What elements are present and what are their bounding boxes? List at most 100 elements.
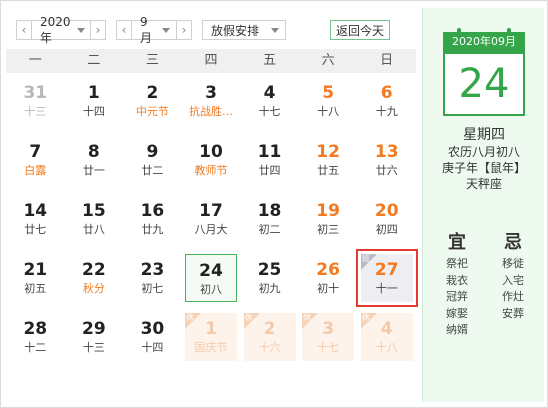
lunar-label: 十九 — [375, 105, 398, 118]
day-cell[interactable]: 14 廿七 — [9, 195, 61, 243]
day-cell[interactable]: 4 十七 — [244, 77, 296, 125]
day-cell[interactable]: 13 廿六 — [361, 136, 413, 184]
day-number: 20 — [374, 201, 399, 221]
day-cell[interactable]: 2 中元节 — [126, 77, 178, 125]
ji-item: 入宅 — [502, 273, 524, 287]
lunar-label: 秋分 — [82, 282, 105, 295]
caret-down-icon — [76, 27, 85, 33]
back-to-today-button[interactable]: 返回今天 — [330, 20, 390, 40]
corner-badge-label: 休 — [303, 313, 312, 322]
day-cell[interactable]: 22 秋分 — [68, 254, 120, 302]
day-cell[interactable]: 9 廿二 — [126, 136, 178, 184]
day-number: 1 — [87, 83, 100, 103]
ji-title: 忌 — [504, 232, 522, 253]
yi-ji-section: 宜 祭祀 栽衣 冠笄 嫁娶 纳婿 忌 移徙 入宅 作灶 安葬 — [433, 230, 537, 339]
day-cell[interactable]: 16 廿九 — [126, 195, 178, 243]
prev-month-button[interactable]: ‹ — [116, 20, 132, 40]
holiday-select[interactable]: 放假安排 — [202, 20, 286, 40]
lunar-label: 初二 — [258, 223, 281, 236]
day-cell[interactable]: 21 初五 — [9, 254, 61, 302]
corner-badge-label: 班 — [361, 254, 370, 263]
day-cell-today[interactable]: 班 27 十一 — [355, 249, 418, 307]
next-month-button[interactable]: › — [176, 20, 192, 40]
day-cell[interactable]: 12 廿五 — [302, 136, 354, 184]
day-cell[interactable]: 30 十四 — [126, 313, 178, 361]
day-cell[interactable]: 8 廿一 — [68, 136, 120, 184]
weekday-label: 四 — [204, 53, 218, 68]
day-cell[interactable]: 31 十三 — [9, 77, 61, 125]
yi-column: 宜 祭祀 栽衣 冠笄 嫁娶 纳婿 — [433, 230, 481, 339]
lunar-label: 初五 — [24, 282, 47, 295]
lunar-label: 廿五 — [317, 164, 340, 177]
lunar-label: 十二 — [24, 341, 47, 354]
weekday-text: 星期四 — [463, 127, 505, 143]
day-cell[interactable]: 25 初九 — [244, 254, 296, 302]
ji-item: 安葬 — [502, 306, 524, 320]
day-cell[interactable]: 20 初四 — [361, 195, 413, 243]
calendar-toolbar: ‹ 2020年 › ‹ 9月 › 放假安排 — [16, 15, 286, 45]
day-number: 9 — [146, 142, 159, 162]
day-cell[interactable]: 15 廿八 — [68, 195, 120, 243]
day-cell[interactable]: 28 十二 — [9, 313, 61, 361]
ji-column: 忌 移徙 入宅 作灶 安葬 — [489, 230, 537, 339]
caret-down-icon — [271, 27, 279, 33]
date-card: 2020年09月 24 — [443, 28, 525, 120]
day-number: 15 — [82, 201, 106, 221]
month-select[interactable]: 9月 — [132, 15, 176, 45]
day-cell[interactable]: 1 十四 — [68, 77, 120, 125]
lunar-label: 八月大 — [194, 223, 228, 236]
day-cell[interactable]: 7 白露 — [9, 136, 61, 184]
day-cell[interactable]: 10 教师节 — [185, 136, 237, 184]
lunar-label: 初三 — [317, 223, 340, 236]
day-cell[interactable]: 26 初十 — [302, 254, 354, 302]
next-year-button[interactable]: › — [90, 20, 106, 40]
month-select-value: 9月 — [140, 14, 153, 45]
day-number: 29 — [82, 319, 106, 339]
day-cell[interactable]: 11 廿四 — [244, 136, 296, 184]
day-number: 10 — [199, 142, 223, 162]
day-cell-selected[interactable]: 24 初八 — [184, 254, 237, 302]
lunar-label: 廿四 — [258, 164, 281, 177]
day-number: 12 — [316, 142, 340, 162]
weekday-label: 日 — [380, 53, 394, 68]
day-number: 7 — [29, 142, 42, 162]
year-select[interactable]: 2020年 — [32, 15, 90, 45]
day-cell[interactable]: 18 初二 — [244, 195, 296, 243]
calendar-main: ‹ 2020年 › ‹ 9月 › 放假安排 返回今天 一 二 三 四 五 六 日… — [0, 0, 422, 408]
day-cell[interactable]: 19 初三 — [302, 195, 354, 243]
date-card-header: 2020年09月 — [443, 32, 525, 52]
ganzhi-year: 庚子年【鼠年】 — [441, 161, 526, 175]
lunar-label: 国庆节 — [194, 341, 228, 354]
yi-item: 冠笄 — [446, 290, 468, 303]
day-cell[interactable]: 3 抗战胜… — [185, 77, 237, 125]
yi-item: 纳婿 — [446, 323, 468, 336]
day-number: 25 — [257, 260, 282, 280]
day-cell[interactable]: 17 八月大 — [185, 195, 237, 243]
zodiac-sign: 天秤座 — [465, 177, 502, 191]
caret-down-icon — [162, 27, 170, 33]
weekday-label: 一 — [28, 53, 42, 68]
weekday-label: 三 — [145, 53, 159, 68]
day-number: 4 — [263, 83, 276, 103]
day-cell[interactable]: 休 4 十八 — [360, 313, 413, 361]
chevron-right-icon: › — [95, 23, 101, 37]
lunar-label: 十八 — [317, 105, 340, 118]
day-number: 21 — [23, 260, 48, 280]
day-detail-panel: 2020年09月 24 星期四 农历八月初八 庚子年【鼠年】 天秤座 宜 祭祀 … — [422, 8, 544, 402]
day-cell[interactable]: 6 十九 — [361, 77, 413, 125]
prev-year-button[interactable]: ‹ — [16, 20, 32, 40]
day-cell[interactable]: 23 初七 — [126, 254, 178, 302]
corner-badge-label: 休 — [361, 313, 370, 322]
day-number: 26 — [316, 260, 340, 280]
day-number: 18 — [257, 201, 282, 221]
day-cell[interactable]: 休 2 十六 — [243, 313, 296, 361]
day-cell[interactable]: 5 十八 — [302, 77, 354, 125]
lunar-label: 廿六 — [375, 164, 398, 177]
day-cell[interactable]: 休 1 国庆节 — [184, 313, 237, 361]
day-number: 8 — [87, 142, 100, 162]
weekday-label: 六 — [321, 53, 335, 68]
lunar-label: 廿八 — [82, 223, 105, 236]
lunar-label: 抗战胜… — [188, 105, 233, 118]
day-cell[interactable]: 休 3 十七 — [302, 313, 355, 361]
day-cell[interactable]: 29 十三 — [68, 313, 120, 361]
